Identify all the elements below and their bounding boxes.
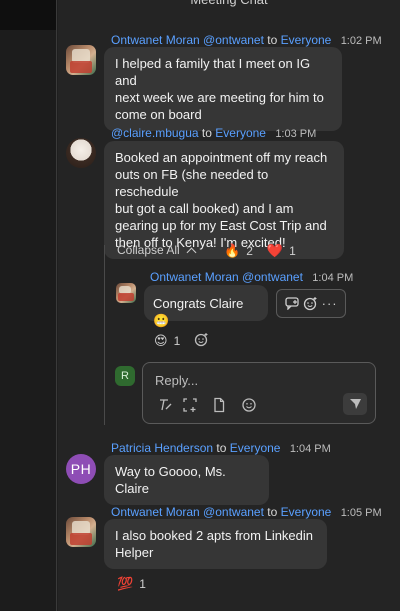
hundred-icon: 💯: [117, 576, 134, 591]
reaction-heart-eyes[interactable]: 😍 1: [154, 333, 180, 349]
reply-bubble[interactable]: Congrats Claire😬: [144, 285, 268, 328]
sender-name[interactable]: Ontwanet Moran @ontwanet: [111, 33, 264, 47]
chat-title: Meeting Chat: [58, 0, 400, 8]
reply-header: Ontwanet Moran @ontwanet 1:04 PM: [150, 270, 353, 284]
reply-reaction-row: 😍 1: [154, 332, 209, 350]
sender-name[interactable]: @claire.mbugua: [111, 126, 199, 140]
message-text-line: but got a call booked) and I am: [115, 201, 294, 216]
left-panel-top: [0, 0, 56, 30]
sender-name[interactable]: Ontwanet Moran @ontwanet: [111, 505, 264, 519]
collapse-all-button[interactable]: Collapse All: [117, 243, 197, 257]
chevron-up-icon: [186, 247, 197, 257]
avatar-ontwanet[interactable]: [66, 45, 96, 75]
to-label: to: [216, 441, 227, 455]
message-header: Ontwanet Moran @ontwanet to Everyone 1:0…: [111, 505, 382, 519]
message-text-line: I also booked 2 apts from Linkedin: [115, 528, 314, 543]
reaction-row: 💯 1: [117, 576, 160, 592]
message-bubble[interactable]: Booked an appointment off my reach outs …: [104, 141, 344, 259]
reply-input[interactable]: Reply...: [155, 373, 198, 388]
message-header: Patricia Henderson to Everyone 1:04 PM: [111, 441, 331, 455]
reaction-count: 1: [139, 577, 146, 591]
avatar-initials: PH: [70, 461, 92, 477]
reaction-count: 1: [173, 334, 181, 348]
avatar-ontwanet[interactable]: [116, 283, 136, 303]
message-text-line: Way to Goooo, Ms. Claire: [115, 464, 226, 496]
to-label: to: [201, 126, 212, 140]
message-bubble[interactable]: I also booked 2 apts from Linkedin Helpe…: [104, 519, 327, 569]
message-text-line: I helped a family that I meet on IG and: [115, 56, 311, 88]
recipient[interactable]: Everyone: [281, 505, 332, 519]
avatar-patricia[interactable]: PH: [66, 454, 96, 484]
sender-name[interactable]: Ontwanet Moran @ontwanet: [150, 270, 303, 284]
reaction-count: 1: [289, 244, 296, 258]
recipient[interactable]: Everyone: [230, 441, 281, 455]
timestamp: 1:04 PM: [289, 443, 331, 455]
add-reaction-icon[interactable]: [194, 332, 209, 350]
avatar-initial: R: [121, 370, 129, 382]
reaction-row: 🔥 2 ❤️ 1: [224, 243, 310, 259]
reply-composer[interactable]: Reply...: [142, 362, 376, 424]
reply-text: Congrats Claire😬: [153, 296, 244, 328]
heart-eyes-icon: 😍: [154, 333, 168, 348]
thread-line: [104, 245, 105, 425]
timestamp: 1:05 PM: [340, 507, 382, 519]
heart-icon: ❤️: [266, 243, 284, 258]
add-reaction-icon[interactable]: [303, 296, 319, 312]
timestamp: 1:02 PM: [340, 35, 382, 47]
avatar-claire[interactable]: [66, 138, 96, 168]
current-user-avatar[interactable]: R: [115, 366, 135, 386]
reaction-hundred[interactable]: 💯 1: [117, 576, 146, 592]
screenshot-icon[interactable]: [182, 397, 198, 413]
emoji-icon[interactable]: [241, 397, 257, 413]
more-icon[interactable]: ···: [322, 296, 338, 312]
format-icon[interactable]: [157, 397, 173, 413]
reaction-count: 2: [246, 244, 253, 258]
reply-icon[interactable]: [284, 296, 300, 312]
message-text-line: outs on FB (she needed to reschedule: [115, 167, 269, 199]
recipient[interactable]: Everyone: [281, 33, 332, 47]
to-label: to: [267, 505, 278, 519]
collapse-all-label: Collapse All: [117, 243, 180, 257]
meeting-chat-panel: Meeting Chat Ontwanet Moran @ontwanet to…: [58, 0, 400, 611]
message-header: Ontwanet Moran @ontwanet to Everyone 1:0…: [111, 33, 382, 47]
reaction-heart[interactable]: ❤️ 1: [267, 243, 296, 259]
message-actions: ···: [276, 289, 346, 318]
avatar-ontwanet[interactable]: [66, 517, 96, 547]
to-label: to: [267, 33, 278, 47]
message-text-line: gearing up for my East Cost Trip and: [115, 218, 327, 233]
send-icon: [349, 399, 361, 409]
message-text-line: Booked an appointment off my reach: [115, 150, 328, 165]
message-bubble[interactable]: I helped a family that I meet on IG and …: [104, 47, 342, 131]
fire-icon: 🔥: [224, 243, 241, 258]
send-button[interactable]: [343, 393, 367, 415]
sender-name[interactable]: Patricia Henderson: [111, 441, 213, 455]
recipient[interactable]: Everyone: [215, 126, 266, 140]
message-header: @claire.mbugua to Everyone 1:03 PM: [111, 126, 316, 140]
timestamp: 1:03 PM: [275, 128, 317, 140]
message-text-line: come on board: [115, 107, 202, 122]
file-icon[interactable]: [211, 397, 227, 413]
timestamp: 1:04 PM: [312, 272, 354, 284]
left-panel: [0, 0, 57, 611]
message-text-line: next week we are meeting for him to: [115, 90, 324, 105]
message-bubble[interactable]: Way to Goooo, Ms. Claire: [104, 455, 269, 505]
message-text-line: Helper: [115, 545, 154, 560]
reaction-fire[interactable]: 🔥 2: [224, 243, 253, 259]
